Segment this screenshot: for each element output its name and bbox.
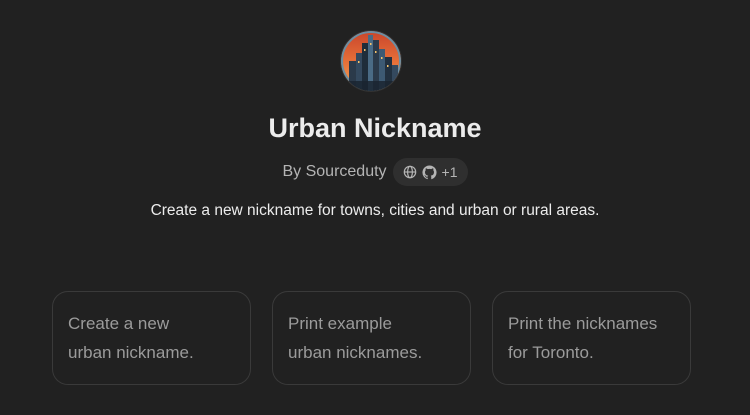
author-name: By Sourceduty: [282, 163, 387, 180]
starter-card[interactable]: Create a new urban nickname.: [52, 291, 251, 385]
starter-text-line: for Toronto.: [508, 343, 594, 362]
gpt-description: Create a new nickname for towns, cities …: [150, 202, 600, 219]
starter-card[interactable]: Print example urban nicknames.: [272, 291, 471, 385]
github-icon: [422, 164, 437, 180]
starter-text-line: Print example: [288, 314, 392, 333]
author-line: By Sourceduty +1: [0, 158, 750, 186]
starter-text-line: urban nickname.: [68, 343, 194, 362]
globe-icon: [403, 165, 417, 179]
starter-text-line: urban nicknames.: [288, 343, 423, 362]
gpt-avatar: [341, 31, 401, 91]
gpt-title: Urban Nickname: [268, 113, 482, 143]
gpt-home: Urban Nickname By Sourceduty +1 Create a…: [0, 0, 750, 415]
starter-text-line: Print the nicknames: [508, 314, 658, 333]
conversation-starters: Create a new urban nickname. Print examp…: [52, 291, 691, 385]
links-pill[interactable]: +1: [392, 158, 468, 186]
links-extra-count: +1: [441, 164, 458, 180]
starter-card[interactable]: Print the nicknames for Toronto.: [492, 291, 691, 385]
starter-text-line: Create a new: [68, 314, 170, 333]
city-skyline-avatar-icon: [341, 31, 401, 91]
